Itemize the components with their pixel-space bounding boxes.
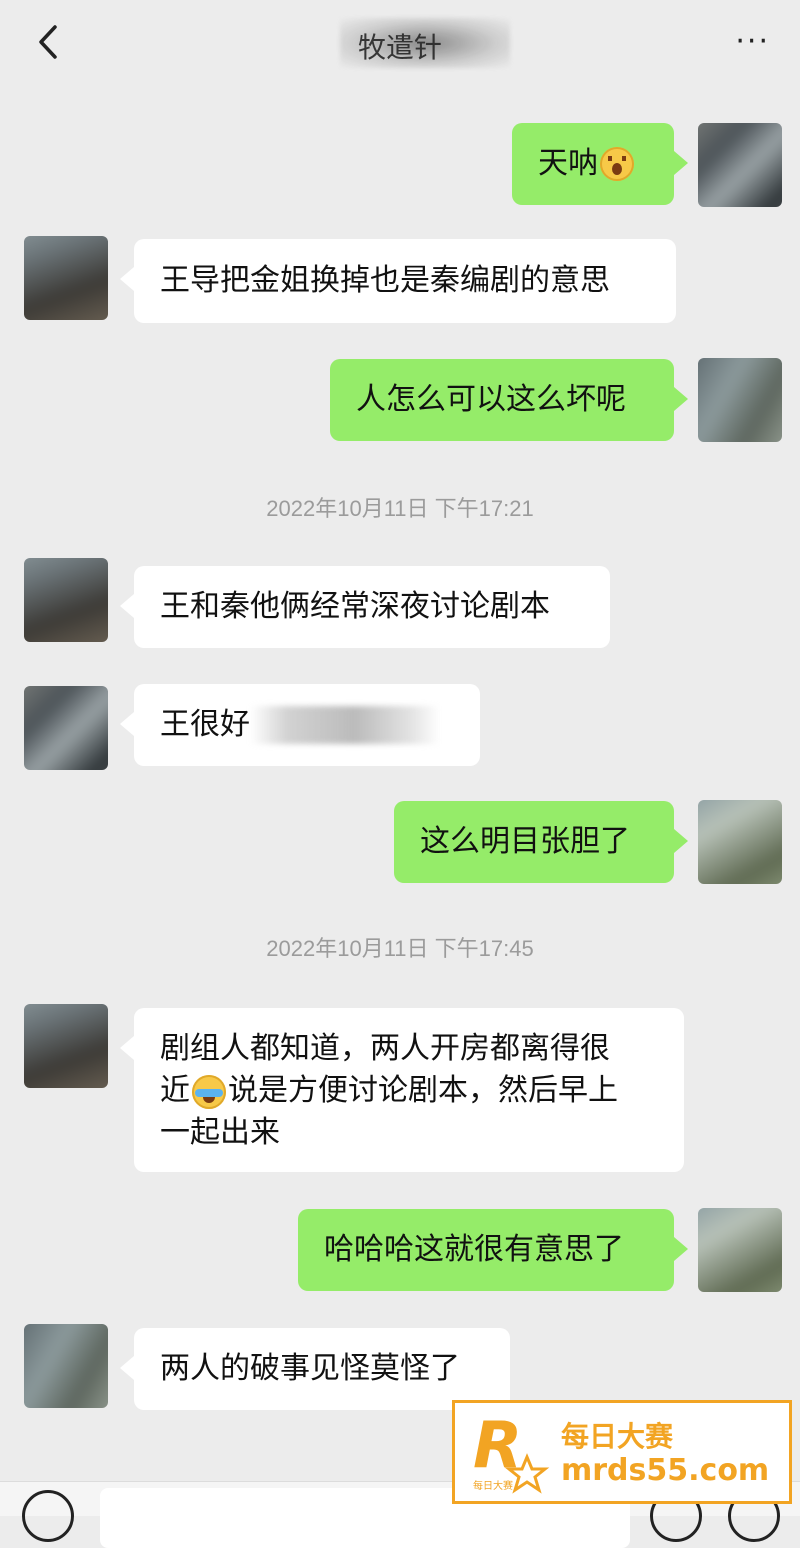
message-text: 哈哈哈这就很有意思了 (324, 1232, 624, 1267)
message-bubble-sent[interactable]: 这么明目张胆了 (394, 801, 688, 883)
watermark-badge: R 每日大赛 每日大赛 mrds55.com (452, 1400, 792, 1504)
avatar-self[interactable] (698, 1208, 782, 1292)
message-text: 人怎么可以这么坏呢 (356, 382, 626, 417)
message-list[interactable]: 天呐 王导把金姐换掉也是秦编剧的意思 人怎么可以这么坏呢 2022年10月11日… (0, 86, 800, 1481)
avatar-self[interactable] (698, 358, 782, 442)
avatar-contact[interactable] (24, 1324, 108, 1408)
shocked-emoji-icon (600, 147, 634, 181)
message-bubble-sent[interactable]: 人怎么可以这么坏呢 (330, 359, 688, 441)
crying-emoji-icon (192, 1074, 226, 1109)
watermark-url: mrds55.com (561, 1453, 770, 1488)
message-bubble-received[interactable]: 王很好 (120, 684, 480, 766)
message-bubble-sent[interactable]: 天呐 (512, 123, 688, 205)
watermark-logo-text: 每日大赛 (473, 1479, 513, 1492)
message-text: 王很好 (160, 707, 250, 742)
message-text-line: 一起出来 (160, 1115, 280, 1150)
message-text: 天呐 (538, 146, 598, 181)
redaction-blur (250, 706, 440, 744)
message-bubble-received[interactable]: 王导把金姐换掉也是秦编剧的意思 (120, 239, 676, 323)
title-redaction (340, 18, 510, 68)
message-bubble-received[interactable]: 两人的破事见怪莫怪了 (120, 1328, 510, 1410)
avatar-contact[interactable] (24, 558, 108, 642)
message-bubble-received[interactable]: 王和秦他俩经常深夜讨论剧本 (120, 566, 610, 648)
message-bubble-received[interactable]: 剧组人都知道，两人开房都离得很 近说是方便讨论剧本，然后早上 一起出来 (120, 1008, 684, 1172)
avatar-contact[interactable] (24, 1004, 108, 1088)
voice-input-icon[interactable] (22, 1490, 74, 1542)
timestamp: 2022年10月11日 下午17:21 (266, 496, 534, 521)
avatar-contact[interactable] (24, 686, 108, 770)
avatar-self[interactable] (698, 800, 782, 884)
message-text: 两人的破事见怪莫怪了 (160, 1351, 460, 1386)
avatar-contact[interactable] (24, 236, 108, 320)
message-bubble-sent[interactable]: 哈哈哈这就很有意思了 (298, 1209, 688, 1291)
message-text-line: 剧组人都知道，两人开房都离得很 (160, 1031, 610, 1066)
watermark-logo-icon: R 每日大赛 (473, 1409, 550, 1494)
message-text: 王和秦他俩经常深夜讨论剧本 (160, 589, 550, 624)
avatar-self[interactable] (698, 123, 782, 207)
message-text: 这么明目张胆了 (420, 824, 630, 859)
message-text-line: 近说是方便讨论剧本，然后早上 (160, 1073, 618, 1109)
chat-header: 牧遣针 ··· (0, 0, 800, 86)
message-text: 王导把金姐换掉也是秦编剧的意思 (160, 263, 610, 298)
watermark-name: 每日大赛 (561, 1420, 674, 1453)
more-options-button[interactable]: ··· (735, 24, 770, 59)
timestamp: 2022年10月11日 下午17:45 (266, 936, 534, 961)
